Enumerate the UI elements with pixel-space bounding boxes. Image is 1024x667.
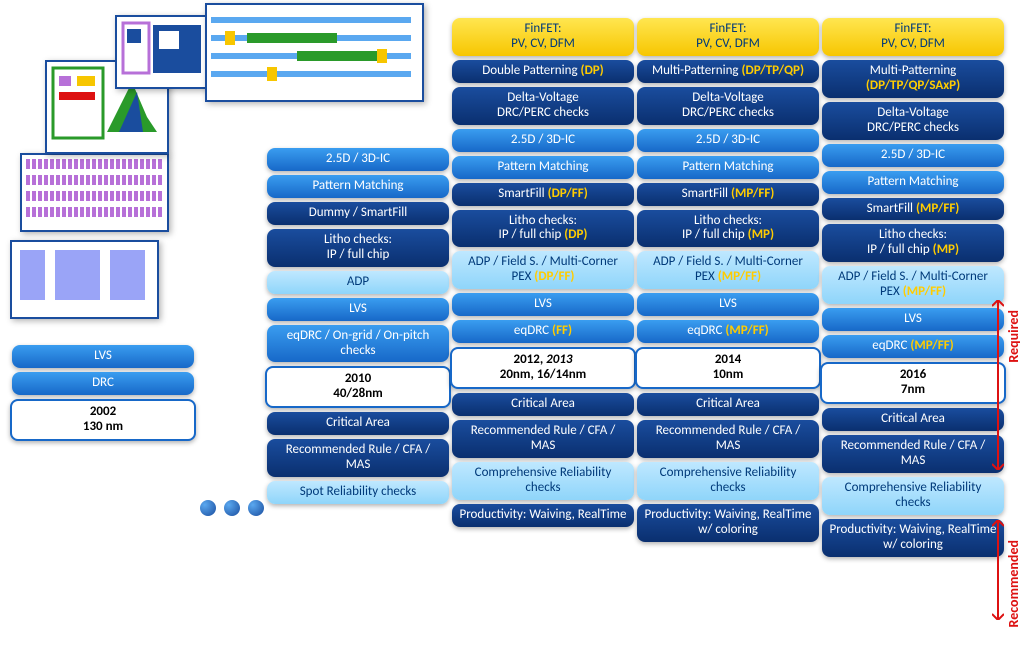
tech-box: 201040/28nm bbox=[265, 366, 451, 408]
node-column-0: LVS DRC 2002130 nm bbox=[10, 345, 196, 441]
tech-box: 201410nm bbox=[635, 347, 821, 389]
tech-box: FinFET:PV, CV, DFM bbox=[637, 18, 819, 56]
timeline-dots bbox=[200, 500, 264, 516]
tech-box: Litho checks:IP / full chip (MP) bbox=[637, 210, 819, 248]
tech-box: LVS bbox=[637, 293, 819, 316]
thumb-stdcells bbox=[20, 153, 169, 232]
tech-box: 2.5D / 3D-IC bbox=[822, 144, 1004, 167]
dot-icon bbox=[200, 500, 216, 516]
node-column-4: FinFET:PV, CV, DFM Multi-Patterning (DP/T… bbox=[820, 18, 1006, 557]
tech-box: eqDRC (FF) bbox=[452, 320, 634, 343]
tech-box: Pattern Matching bbox=[822, 171, 1004, 194]
tech-box: eqDRC (MP/FF) bbox=[637, 320, 819, 343]
tech-box: LVS bbox=[12, 345, 194, 368]
tech-box: Delta-VoltageDRC/PERC checks bbox=[452, 87, 634, 125]
tech-box: SmartFill (MP/FF) bbox=[637, 183, 819, 206]
tech-box: LVS bbox=[452, 293, 634, 316]
tech-box: SmartFill (MP/FF) bbox=[822, 198, 1004, 221]
tech-box: 2.5D / 3D-IC bbox=[267, 148, 449, 171]
thumb-layout-blocks bbox=[10, 240, 159, 319]
node-column-2: FinFET:PV, CV, DFM Double Patterning (DP)… bbox=[450, 18, 636, 527]
tech-box: Litho checks:IP / full chip (DP) bbox=[452, 210, 634, 248]
tech-box: LVS bbox=[822, 308, 1004, 331]
tech-box: 2.5D / 3D-IC bbox=[452, 129, 634, 152]
tech-box: Recommended Rule / CFA / MAS bbox=[822, 435, 1004, 473]
tech-box: Pattern Matching bbox=[452, 156, 634, 179]
tech-box: Productivity: Waiving, RealTime w/ color… bbox=[637, 504, 819, 542]
tech-box: 2.5D / 3D-IC bbox=[637, 129, 819, 152]
tech-box: Pattern Matching bbox=[267, 175, 449, 198]
tech-box: Dummy / SmartFill bbox=[267, 202, 449, 225]
tech-box: Critical Area bbox=[267, 412, 449, 435]
tech-box: Critical Area bbox=[637, 393, 819, 416]
tech-box: Litho checks:IP / full chip (MP) bbox=[822, 224, 1004, 262]
dot-icon bbox=[224, 500, 240, 516]
tech-box: eqDRC (MP/FF) bbox=[822, 335, 1004, 358]
tech-box: 2012, 201320nm, 16/14nm bbox=[450, 347, 636, 389]
tech-box: Litho checks:IP / full chip bbox=[267, 229, 449, 267]
tech-box: ADP / Field S. / Multi-Corner PEX (DP/FF… bbox=[452, 251, 634, 289]
tech-box: ADP / Field S. / Multi-Corner PEX (MP/FF… bbox=[637, 251, 819, 289]
label-required: Required bbox=[1005, 310, 1022, 363]
tech-box: Critical Area bbox=[452, 393, 634, 416]
tech-box: Pattern Matching bbox=[637, 156, 819, 179]
tech-box: Comprehensive Reliability checks bbox=[452, 462, 634, 500]
bracket-recommended bbox=[992, 520, 1004, 620]
tech-box: 2002130 nm bbox=[10, 399, 196, 441]
dot-icon bbox=[248, 500, 264, 516]
tech-box: ADP / Field S. / Multi-Corner PEX (MP/FF… bbox=[822, 266, 1004, 304]
node-column-3: FinFET:PV, CV, DFM Multi-Patterning (DP/T… bbox=[635, 18, 821, 542]
tech-box: Recommended Rule / CFA / MAS bbox=[267, 439, 449, 477]
tech-box: Delta-VoltageDRC/PERC checks bbox=[637, 87, 819, 125]
tech-box: Critical Area bbox=[822, 408, 1004, 431]
tech-box: Comprehensive Reliability checks bbox=[822, 477, 1004, 515]
tech-box: Multi-Patterning (DP/TP/QP) bbox=[637, 60, 819, 83]
tech-box: DRC bbox=[12, 372, 194, 395]
tech-box: Multi-Patterning (DP/TP/QP/SAxP) bbox=[822, 60, 1004, 98]
tech-box: Productivity: Waiving, RealTime w/ color… bbox=[822, 519, 1004, 557]
tech-box: SmartFill (DP/FF) bbox=[452, 183, 634, 206]
tech-box: eqDRC / On-grid / On-pitch checks bbox=[267, 325, 449, 363]
bracket-required bbox=[992, 300, 1004, 470]
tech-box: FinFET:PV, CV, DFM bbox=[452, 18, 634, 56]
tech-box: Comprehensive Reliability checks bbox=[637, 462, 819, 500]
tech-box: Recommended Rule / CFA / MAS bbox=[637, 420, 819, 458]
tech-box: LVS bbox=[267, 298, 449, 321]
thumb-layout-routing bbox=[115, 15, 214, 89]
label-recommended: Recommended bbox=[1005, 540, 1022, 627]
tech-box: Productivity: Waiving, RealTime bbox=[452, 504, 634, 527]
thumb-tracks bbox=[205, 3, 424, 102]
tech-box: Spot Reliability checks bbox=[267, 481, 449, 504]
tech-box: 20167nm bbox=[820, 362, 1006, 404]
tech-box: FinFET:PV, CV, DFM bbox=[822, 18, 1004, 56]
tech-box: Recommended Rule / CFA / MAS bbox=[452, 420, 634, 458]
tech-box: ADP bbox=[267, 271, 449, 294]
node-column-1: 2.5D / 3D-IC Pattern Matching Dummy / Smar… bbox=[265, 148, 451, 504]
tech-box: Delta-VoltageDRC/PERC checks bbox=[822, 102, 1004, 140]
tech-box: Double Patterning (DP) bbox=[452, 60, 634, 83]
